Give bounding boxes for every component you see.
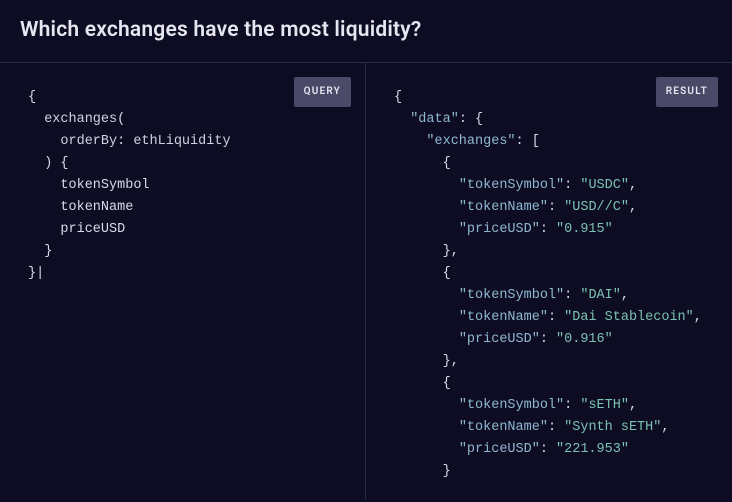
- query-badge: QUERY: [294, 77, 351, 107]
- query-code[interactable]: { exchanges( orderBy: ethLiquidity ) { t…: [28, 87, 341, 285]
- code-panels: QUERY { exchanges( orderBy: ethLiquidity…: [0, 62, 732, 500]
- result-code: { "data": { "exchanges": [ { "tokenSymbo…: [394, 87, 708, 483]
- result-badge: RESULT: [656, 77, 718, 107]
- page-title: Which exchanges have the most liquidity?: [0, 0, 732, 62]
- result-panel: RESULT { "data": { "exchanges": [ { "tok…: [366, 63, 732, 500]
- query-panel: QUERY { exchanges( orderBy: ethLiquidity…: [0, 63, 366, 500]
